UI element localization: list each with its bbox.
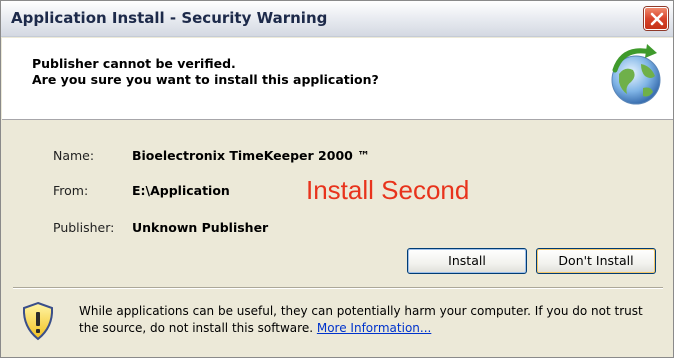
install-order-annotation: Install Second [306, 175, 470, 205]
dialog-title: Application Install - Security Warning [11, 9, 328, 27]
shield-warning-icon [22, 301, 54, 341]
title-bar[interactable]: Application Install - Security Warning [1, 1, 673, 37]
name-label: Name: [53, 148, 95, 163]
footer-divider [13, 287, 663, 289]
security-warning-dialog: Application Install - Security Warning P… [0, 0, 674, 358]
publisher-label: Publisher: [53, 220, 115, 235]
header-question-line: Are you sure you want to install this ap… [32, 72, 379, 87]
install-button[interactable]: Install [407, 248, 527, 274]
header-panel: Publisher cannot be verified. Are you su… [2, 38, 673, 120]
from-value: E:\Application [132, 183, 230, 198]
from-label: From: [53, 183, 89, 198]
name-value: Bioelectronix TimeKeeper 2000 ™ [132, 148, 370, 163]
close-button[interactable] [644, 7, 668, 30]
publisher-value: Unknown Publisher [132, 220, 269, 235]
globe-arrow-icon [611, 44, 661, 105]
dont-install-button[interactable]: Don't Install [536, 248, 656, 274]
more-information-link[interactable]: More Information... [317, 321, 431, 335]
header-warning-line: Publisher cannot be verified. [32, 56, 236, 71]
close-icon [650, 12, 664, 26]
warning-message: While applications can be useful, they c… [79, 303, 659, 337]
